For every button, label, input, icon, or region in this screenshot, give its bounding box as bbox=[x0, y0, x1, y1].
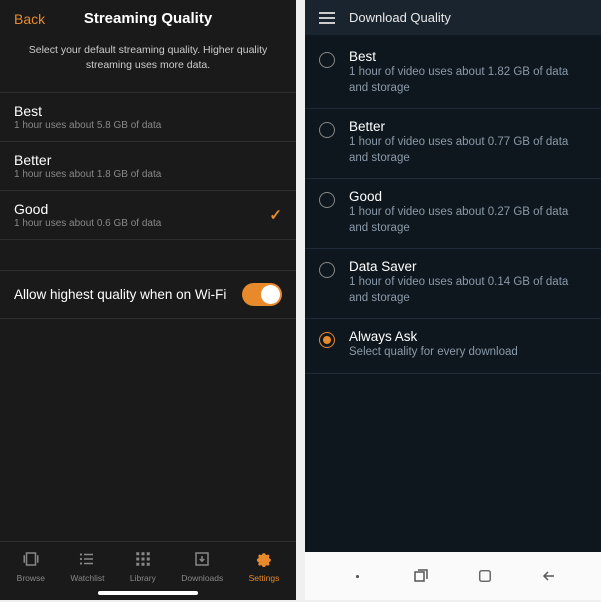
quality-option-best[interactable]: Best 1 hour uses about 5.8 GB of data bbox=[0, 92, 296, 142]
radio-icon[interactable] bbox=[319, 192, 335, 208]
quality-option-data-saver[interactable]: Data Saver 1 hour of video uses about 0.… bbox=[305, 249, 601, 319]
quality-option-always-ask[interactable]: Always Ask Select quality for every down… bbox=[305, 319, 601, 374]
ios-screen-streaming-quality: Back Streaming Quality Select your defau… bbox=[0, 0, 296, 600]
option-desc: 1 hour of video uses about 1.82 GB of da… bbox=[349, 65, 587, 96]
wifi-toggle-row[interactable]: Allow highest quality when on Wi-Fi bbox=[0, 270, 296, 319]
tab-bar: Browse Watchlist Library Downloads Setti… bbox=[0, 541, 296, 587]
tab-label: Watchlist bbox=[70, 573, 104, 583]
tab-browse[interactable]: Browse bbox=[17, 550, 45, 583]
quality-option-best[interactable]: Best 1 hour of video uses about 1.82 GB … bbox=[305, 39, 601, 109]
home-indicator[interactable] bbox=[98, 591, 198, 595]
gear-icon bbox=[255, 550, 273, 570]
quality-list: Best 1 hour of video uses about 1.82 GB … bbox=[305, 35, 601, 378]
tab-label: Settings bbox=[249, 573, 280, 583]
browse-icon bbox=[22, 550, 40, 570]
toggle-switch[interactable] bbox=[242, 283, 282, 306]
watchlist-icon bbox=[78, 550, 96, 570]
download-icon bbox=[193, 550, 211, 570]
back-button[interactable]: Back bbox=[14, 11, 45, 27]
page-subtitle: Select your default streaming quality. H… bbox=[0, 35, 296, 92]
header: Back Streaming Quality bbox=[0, 0, 296, 35]
quality-option-good[interactable]: Good 1 hour uses about 0.6 GB of data ✓ bbox=[0, 191, 296, 240]
recents-icon[interactable] bbox=[413, 568, 429, 584]
tab-label: Library bbox=[130, 573, 156, 583]
tab-watchlist[interactable]: Watchlist bbox=[70, 550, 104, 583]
tab-library[interactable]: Library bbox=[130, 550, 156, 583]
quality-option-better[interactable]: Better 1 hour uses about 1.8 GB of data bbox=[0, 142, 296, 191]
option-desc: Select quality for every download bbox=[349, 345, 587, 361]
option-title: Always Ask bbox=[349, 329, 587, 344]
option-desc: 1 hour of video uses about 0.14 GB of da… bbox=[349, 275, 587, 306]
drawer-icon[interactable] bbox=[349, 568, 365, 584]
checkmark-icon: ✓ bbox=[269, 206, 282, 224]
library-icon bbox=[134, 550, 152, 570]
option-desc: 1 hour uses about 0.6 GB of data bbox=[14, 218, 282, 229]
option-desc: 1 hour of video uses about 0.27 GB of da… bbox=[349, 205, 587, 236]
radio-icon[interactable] bbox=[319, 122, 335, 138]
android-nav-bar bbox=[305, 552, 601, 600]
radio-icon-selected[interactable] bbox=[319, 332, 335, 348]
tab-downloads[interactable]: Downloads bbox=[181, 550, 223, 583]
page-title: Streaming Quality bbox=[14, 10, 282, 27]
option-desc: 1 hour of video uses about 0.77 GB of da… bbox=[349, 135, 587, 166]
tab-label: Browse bbox=[17, 573, 45, 583]
radio-icon[interactable] bbox=[319, 262, 335, 278]
option-desc: 1 hour uses about 1.8 GB of data bbox=[14, 169, 282, 180]
back-icon[interactable] bbox=[541, 568, 557, 584]
home-icon[interactable] bbox=[477, 568, 493, 584]
radio-icon[interactable] bbox=[319, 52, 335, 68]
android-screen-download-quality: Download Quality Best 1 hour of video us… bbox=[305, 0, 601, 600]
menu-icon[interactable] bbox=[319, 12, 335, 24]
tab-label: Downloads bbox=[181, 573, 223, 583]
header: Download Quality bbox=[305, 0, 601, 35]
option-desc: 1 hour uses about 5.8 GB of data bbox=[14, 120, 282, 131]
toggle-label: Allow highest quality when on Wi-Fi bbox=[14, 287, 226, 302]
option-title: Good bbox=[14, 201, 282, 217]
quality-option-better[interactable]: Better 1 hour of video uses about 0.77 G… bbox=[305, 109, 601, 179]
quality-option-good[interactable]: Good 1 hour of video uses about 0.27 GB … bbox=[305, 179, 601, 249]
option-title: Data Saver bbox=[349, 259, 587, 274]
page-title: Download Quality bbox=[349, 10, 451, 25]
option-title: Good bbox=[349, 189, 587, 204]
tab-settings[interactable]: Settings bbox=[249, 550, 280, 583]
option-title: Best bbox=[349, 49, 587, 64]
option-title: Better bbox=[349, 119, 587, 134]
option-title: Best bbox=[14, 103, 282, 119]
option-title: Better bbox=[14, 152, 282, 168]
